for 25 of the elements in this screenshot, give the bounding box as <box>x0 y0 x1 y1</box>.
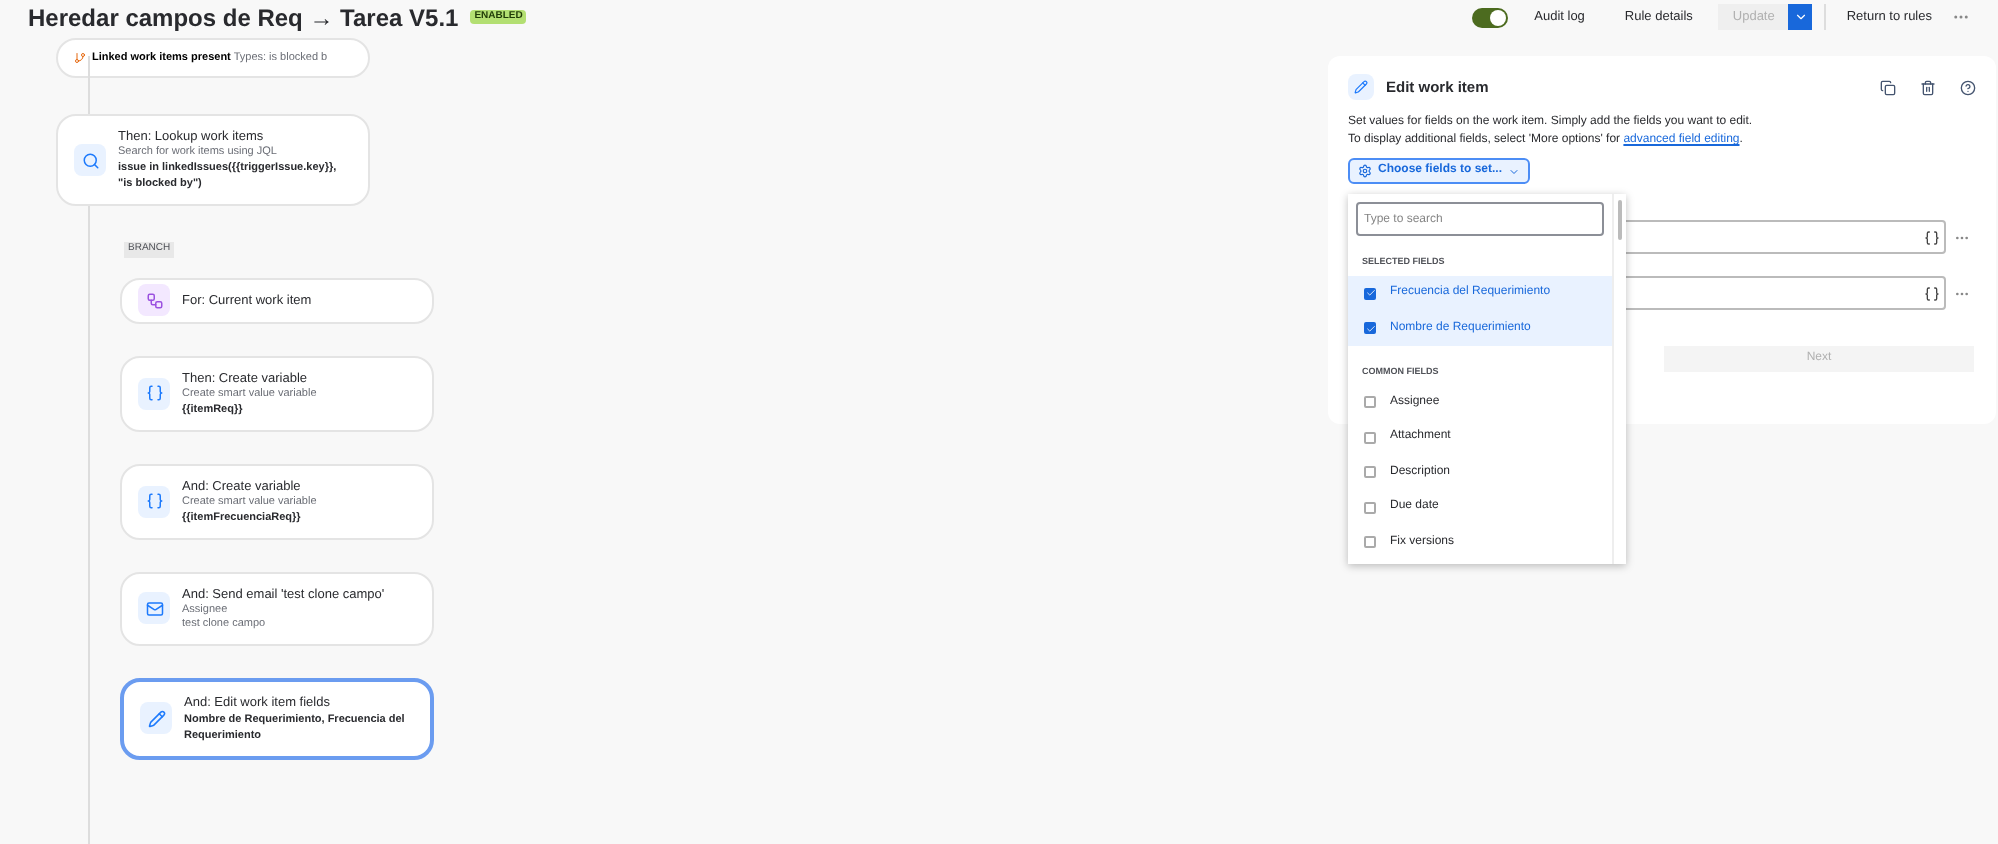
copy-icon[interactable] <box>1880 79 1896 95</box>
braces-icon[interactable] <box>1924 229 1940 245</box>
dropdown-button[interactable] <box>1788 4 1813 30</box>
toggle-switch[interactable] <box>1472 7 1509 27</box>
branch-icon <box>138 284 170 316</box>
trash-icon[interactable] <box>1920 79 1936 95</box>
chevron-down-icon <box>1793 10 1808 24</box>
checkbox[interactable] <box>1364 466 1376 479</box>
search-icon <box>74 144 106 176</box>
checkbox[interactable] <box>1364 396 1376 409</box>
gear-icon <box>1358 164 1372 178</box>
checkbox[interactable] <box>1364 501 1376 514</box>
scrollbar[interactable] <box>1612 194 1626 564</box>
braces-icon[interactable] <box>1924 285 1940 301</box>
pencil-icon <box>140 702 172 734</box>
braces-icon <box>138 485 170 517</box>
rule-title: Heredar campos de Req → Tarea V5.1 <box>28 1 459 35</box>
pencil-icon <box>1348 74 1374 100</box>
chevron-down-icon <box>1508 165 1521 177</box>
condition-icon <box>74 52 86 64</box>
envelope-icon <box>138 592 170 624</box>
braces-icon <box>138 377 170 409</box>
help-icon[interactable] <box>1960 79 1976 95</box>
checkbox[interactable] <box>1364 536 1376 549</box>
checkbox[interactable] <box>1364 431 1376 444</box>
